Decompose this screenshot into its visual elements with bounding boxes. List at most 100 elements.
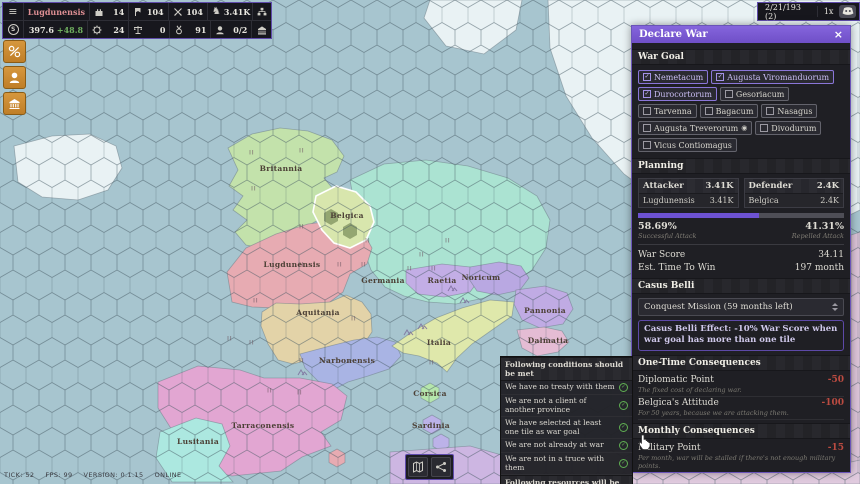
game-date: 2/21/193 (2) xyxy=(765,3,811,21)
consequence-value: -15 xyxy=(828,443,844,454)
tile-label: Gesoriacum xyxy=(736,90,784,99)
trade-button[interactable] xyxy=(3,40,26,63)
consequence-desc: The fixed cost of declaring war. xyxy=(638,386,844,394)
war-goal-tile[interactable]: Divodurum xyxy=(755,121,821,135)
advisors-stat: 0/2 xyxy=(210,21,251,38)
trade-icon xyxy=(8,45,21,58)
mouse-cursor xyxy=(637,434,651,452)
check-icon: ✓ xyxy=(619,401,628,410)
map-region-label: Narbonensis xyxy=(319,356,375,365)
repel-percent-label: Repelled Attack xyxy=(792,232,844,240)
condition-text: We have no treaty with them xyxy=(505,383,615,392)
resource-bar: ≡ Lugdunensis 14 104 104 3.41K 397.6 +48… xyxy=(2,2,272,39)
character-icon xyxy=(8,71,21,84)
consequence-value: -100 xyxy=(821,398,844,409)
map-region-label: Italia xyxy=(427,338,451,347)
war-goal-tile[interactable]: Gesoriacum xyxy=(720,87,789,101)
war-goal-tile[interactable]: ✓Nemetacum xyxy=(638,70,708,84)
conditions-tooltip: Following conditions should be met We ha… xyxy=(500,356,633,484)
defender-box: Defender2.4K Belgica2.4K xyxy=(744,178,845,208)
declare-war-dialog: Declare War × War Goal ✓Nemetacum✓August… xyxy=(631,25,851,473)
checkbox-icon xyxy=(643,107,651,115)
casus-belli-header: Casus Belli xyxy=(632,278,850,294)
gear-coin-icon xyxy=(92,25,102,35)
check-icon: ✓ xyxy=(619,441,628,450)
est-time-label: Est. Time To Win xyxy=(638,262,715,275)
consequence-value: -50 xyxy=(828,375,844,386)
share-button[interactable] xyxy=(431,457,451,477)
map-region-label: Sardinia xyxy=(412,421,450,430)
war-goal-tile[interactable]: ✓Augusta Viromanduorum xyxy=(711,70,834,84)
consequence-label: Belgica's Attitude xyxy=(638,398,719,409)
check-icon: ✓ xyxy=(619,459,628,468)
coin-icon xyxy=(8,24,19,35)
close-icon[interactable]: × xyxy=(834,28,843,41)
tile-label: Augusta Viromanduorum xyxy=(727,73,829,82)
consequence-desc: For 50 years, because we are attacking t… xyxy=(638,409,844,417)
war-goal-tile[interactable]: Bagacum xyxy=(700,104,759,118)
hierarchy-button[interactable] xyxy=(252,3,271,20)
consequence-desc: Per month, war will be stalled if there'… xyxy=(638,454,844,470)
city-icon xyxy=(8,97,21,110)
war-goal-tile[interactable]: Tarvenna xyxy=(638,104,697,118)
horse-icon xyxy=(212,7,221,17)
treasury-icon-cell xyxy=(3,21,23,38)
temple-button[interactable] xyxy=(251,21,271,38)
war-goal-header: War Goal xyxy=(632,49,850,65)
mapmode-button[interactable] xyxy=(408,457,428,477)
war-goal-tile[interactable]: Augusta Treverorum◉ xyxy=(638,121,752,135)
monthly-header: Monthly Consequences xyxy=(632,423,850,439)
military-stat: 104 xyxy=(168,3,207,20)
dialog-titlebar: Declare War × xyxy=(632,26,850,43)
condition-text: We are not a client of another province xyxy=(505,397,615,414)
checkbox-icon xyxy=(643,124,651,132)
city-button[interactable] xyxy=(3,92,26,115)
tile-label: Augusta Treverorum xyxy=(654,124,738,133)
conditions-header: Following conditions should be met xyxy=(501,357,632,381)
legitimacy-stat: 91 xyxy=(169,21,210,38)
buildings-stat: 14 xyxy=(89,3,128,20)
attacker-label: Attacker xyxy=(643,181,684,191)
justice-stat: 0 xyxy=(128,21,169,38)
condition-text: We are not already at war xyxy=(505,441,604,450)
left-sidebar xyxy=(3,40,26,115)
online-status: ONLINE xyxy=(155,471,182,479)
checkbox-icon xyxy=(705,107,713,115)
casus-belli-dropdown[interactable]: Conquest Mission (59 months left) xyxy=(638,298,844,316)
war-score-value: 34.11 xyxy=(818,249,844,262)
discord-icon xyxy=(842,7,854,16)
share-icon xyxy=(435,461,447,473)
war-goal-tile[interactable]: Vicus Contiomagus xyxy=(638,138,737,152)
map-region-label: Aquitania xyxy=(295,308,340,317)
discord-button[interactable] xyxy=(839,5,856,18)
map-region-label: Lusitania xyxy=(177,437,219,446)
planning-header: Planning xyxy=(632,158,850,174)
attacker-total: 3.41K xyxy=(705,181,733,191)
map-toolbar xyxy=(405,454,454,480)
monthly-rows: Military Point-15Per month, war will be … xyxy=(638,442,844,473)
condition-row: We have no treaty with them✓ xyxy=(501,381,632,395)
menu-button[interactable]: ≡ xyxy=(3,3,23,20)
dropdown-arrows-icon xyxy=(832,303,838,311)
province-name[interactable]: Lugdunensis xyxy=(23,3,89,20)
checkbox-icon xyxy=(760,124,768,132)
condition-row: We are not already at war ✓ xyxy=(501,439,632,453)
one-time-rows: Diplomatic Point-50The fixed cost of dec… xyxy=(638,374,844,420)
map-region-label: Noricum xyxy=(462,273,501,282)
checkbox-icon: ✓ xyxy=(643,73,651,81)
scales-icon xyxy=(133,25,143,35)
map-region-label: Germania xyxy=(361,276,405,285)
attacker-value: 3.41K xyxy=(710,196,734,205)
game-speed[interactable]: 1x xyxy=(824,7,834,16)
war-goal-tile[interactable]: ✓Durocortorum xyxy=(638,87,717,101)
character-button[interactable] xyxy=(3,66,26,89)
dialog-title: Declare War xyxy=(639,29,708,40)
repel-percent: 41.31% xyxy=(792,221,844,232)
cavalry-stat: 3.41K xyxy=(207,3,252,20)
war-goal-tile[interactable]: Nasagus xyxy=(761,104,817,118)
tile-label: Nasagus xyxy=(777,107,812,116)
map-region-label: Belgica xyxy=(330,211,364,220)
fps-counter: FPS: 99 xyxy=(45,471,72,479)
one-time-header: One-Time Consequences xyxy=(632,355,850,371)
tile-label: Divodurum xyxy=(771,124,816,133)
